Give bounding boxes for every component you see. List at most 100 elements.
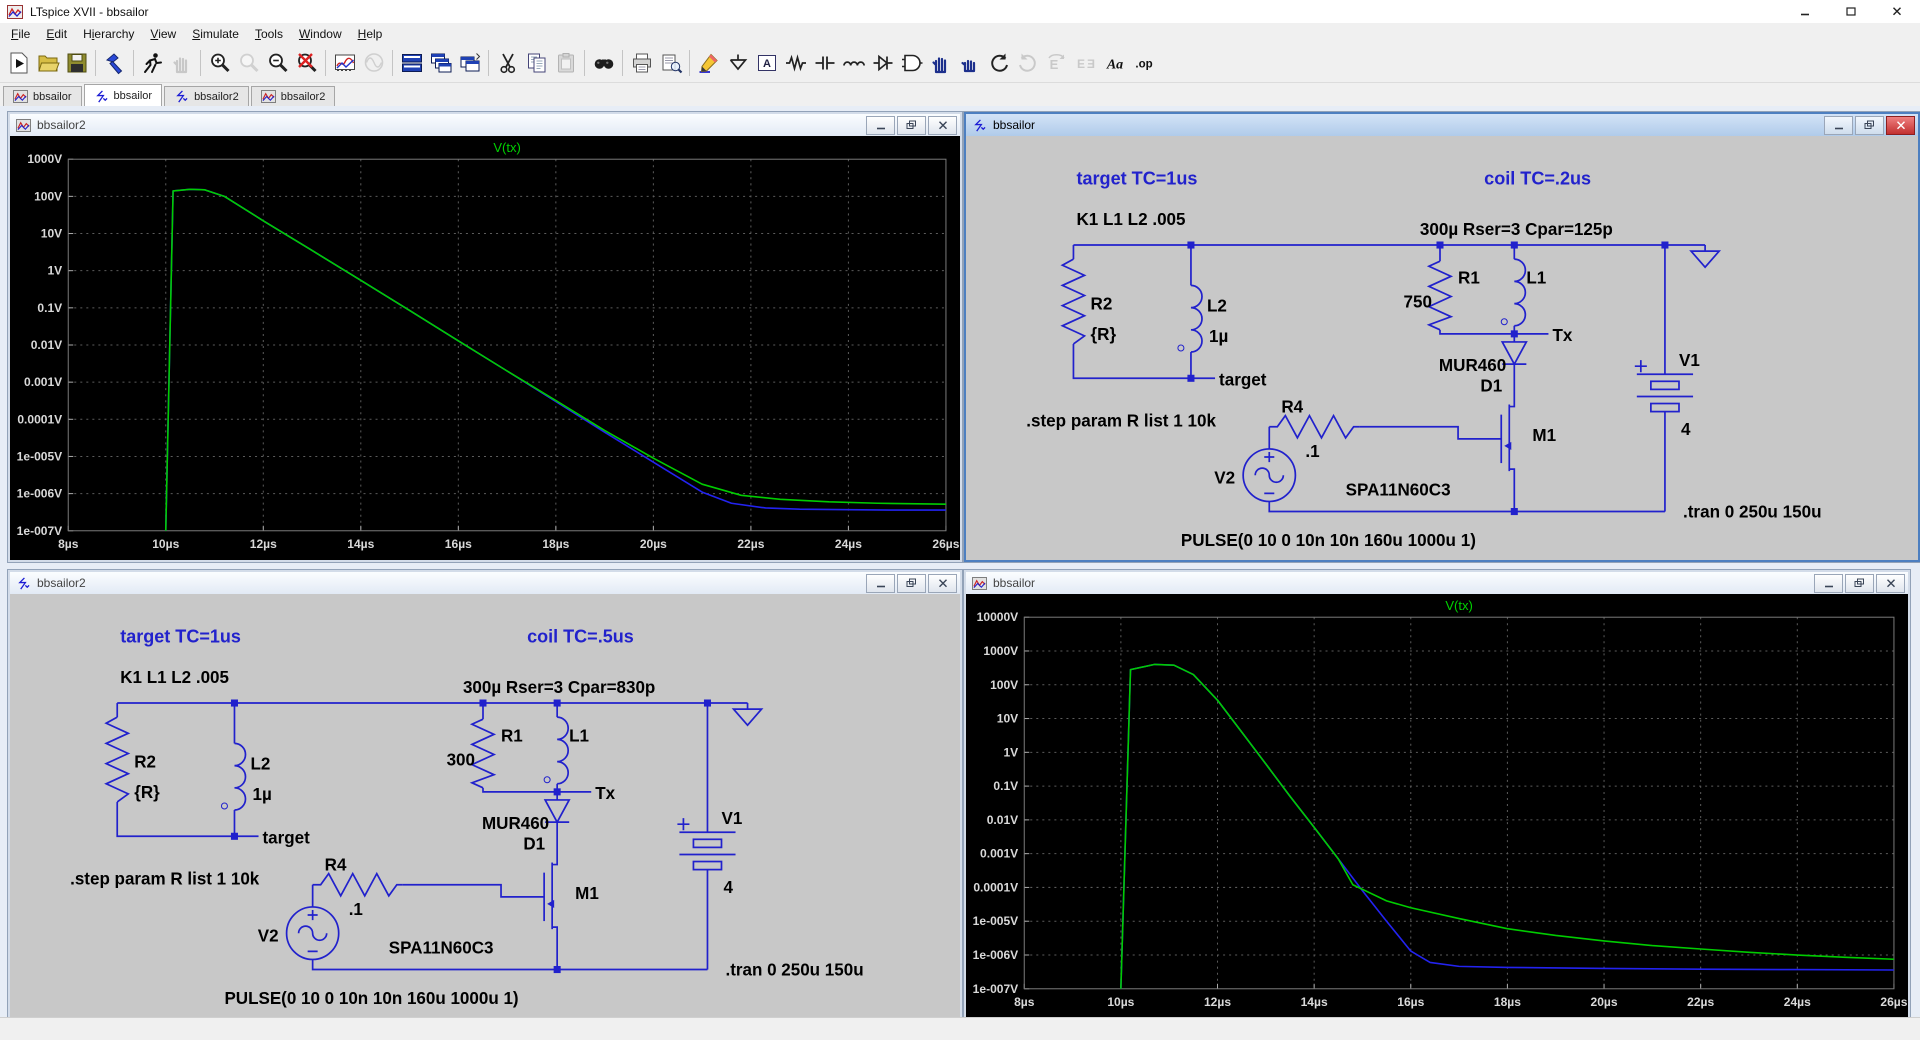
source-V2[interactable] [297,925,328,942]
r4-value[interactable]: .1 [349,900,364,919]
resistor-R1[interactable] [1426,260,1454,331]
toolbar-save-button[interactable] [62,48,91,78]
resistor-R2[interactable] [104,716,131,803]
tx-label[interactable]: Tx [595,784,615,803]
r1-name[interactable]: R1 [501,726,523,745]
menu-window[interactable]: Window [291,25,350,43]
restore-button[interactable] [897,115,926,135]
l2-value[interactable]: 1µ [1209,327,1228,346]
wire[interactable] [1509,364,1516,408]
wire[interactable] [402,883,545,898]
target-label[interactable]: target [263,828,311,847]
schematic-canvas[interactable]: target TC=1us coil TC=.5us K1 L1 L2 .005 30… [10,594,960,1018]
toolbar-plot-settings-button[interactable] [330,48,359,78]
ground-symbol[interactable] [731,703,764,727]
m1-model[interactable]: SPA11N60C3 [389,938,494,957]
m1-model[interactable]: SPA11N60C3 [1346,480,1451,499]
toolbar-cut-button[interactable] [493,48,522,78]
window-titlebar[interactable]: bbsailor2 [10,572,960,594]
menu-view[interactable]: View [142,25,184,43]
toolbar-overlap-windows-button[interactable] [455,48,484,78]
inductor-L1[interactable] [557,716,569,785]
toolbar-find-button[interactable] [589,48,618,78]
wire[interactable] [1509,468,1516,512]
r2-value[interactable]: {R} [134,783,160,802]
v1-value[interactable]: 4 [724,878,734,897]
toolbar-control-panel-button[interactable] [100,48,129,78]
resistor-R4[interactable] [312,871,403,898]
r1-value[interactable]: 300 [447,751,475,770]
wire[interactable] [1439,329,1515,335]
menu-simulate[interactable]: Simulate [184,25,247,43]
l2-name[interactable]: L2 [1207,297,1227,316]
minimize-button[interactable] [1782,0,1828,23]
step-directive[interactable]: .step param R list 1 10k [70,870,260,889]
header-right[interactable]: coil TC=.2us [1484,168,1591,188]
battery-V1[interactable] [692,838,723,849]
toolbar-component-button[interactable] [897,48,926,78]
tran-directive[interactable]: .tran 0 250u 150u [1683,503,1821,522]
toolbar-op-button[interactable]: .op [1129,48,1158,78]
tab-bbsailor2-waveform[interactable]: bbsailor2 [250,86,336,106]
ground-symbol[interactable] [1689,245,1722,269]
waveform-plot[interactable]: 1000V 100V 10V 1V 0.1V 0.01V 0.001V 0.0001V 1e-0… [10,136,960,560]
wire[interactable] [1268,501,1665,513]
waveform-plot[interactable]: 10000V 1000V 100V 10V 1V 0.1V 0.01V 0.001V 0.000… [966,594,1908,1018]
toolbar-resistor-button[interactable] [781,48,810,78]
app-titlebar[interactable]: LTspice XVII - bbsailor [0,0,1920,23]
schematic-pane[interactable]: target TC=1us coil TC=.2us K1 L1 L2 .005 30… [966,136,1918,560]
toolbar-run-button[interactable] [4,48,33,78]
resistor-R2[interactable] [1060,258,1087,345]
toolbar-cascade-windows-button[interactable] [426,48,455,78]
step-directive[interactable]: .step param R list 1 10k [1026,412,1216,431]
toolbar-text-button[interactable]: Aa [1100,48,1129,78]
schematic-pane[interactable]: target TC=1us coil TC=.5us K1 L1 L2 .005 30… [10,594,960,1018]
source-V2[interactable] [1254,467,1285,484]
pulse-directive[interactable]: PULSE(0 10 0 10n 10n 160u 1000u 1) [224,989,518,1008]
toolbar-print-button[interactable] [627,48,656,78]
menu-edit[interactable]: Edit [38,25,75,43]
coil-params[interactable]: 300µ Rser=3 Cpar=830p [463,678,655,697]
toolbar-diode-button[interactable] [868,48,897,78]
coupling[interactable]: K1 L1 L2 .005 [120,668,229,687]
toolbar-drag-button[interactable] [955,48,984,78]
l1-name[interactable]: L1 [569,726,589,745]
l2-name[interactable]: L2 [251,755,271,774]
l2-value[interactable]: 1µ [253,785,272,804]
l1-name[interactable]: L1 [1526,268,1546,287]
v1-name[interactable]: V1 [1679,351,1700,370]
r4-value[interactable]: .1 [1305,442,1320,461]
close-button[interactable] [1876,573,1905,593]
resistor-R4[interactable] [1269,413,1360,440]
toolbar-move-button[interactable] [926,48,955,78]
inductor-L1[interactable] [1514,258,1527,327]
restore-button[interactable] [1845,573,1874,593]
minimize-button[interactable] [866,573,895,593]
toolbar-open-button[interactable] [33,48,62,78]
waveform-pane[interactable]: 1000V 100V 10V 1V 0.1V 0.01V 0.001V 0.0001V 1e-0… [10,136,960,560]
toolbar-copy-button[interactable] [522,48,551,78]
toolbar-zoom-out-button[interactable] [263,48,292,78]
minimize-button[interactable] [1824,115,1853,135]
r2-value[interactable]: {R} [1091,325,1117,344]
d1-name[interactable]: D1 [523,834,545,853]
m1-name[interactable]: M1 [575,884,599,903]
r2-name[interactable]: R2 [1091,295,1113,314]
pulse-directive[interactable]: PULSE(0 10 0 10n 10n 160u 1000u 1) [1181,531,1476,550]
header-right[interactable]: coil TC=.5us [527,626,634,646]
tab-bbsailor-waveform[interactable]: bbsailor [3,86,82,106]
toolbar-inductor-button[interactable] [839,48,868,78]
restore-button[interactable] [897,573,926,593]
r1-value[interactable]: 750 [1403,293,1431,312]
inductor-L2[interactable] [234,742,247,811]
header-left[interactable]: target TC=1us [1076,168,1197,188]
menu-hierarchy[interactable]: Hierarchy [75,25,142,43]
menu-file[interactable]: File [3,25,38,43]
battery-V1[interactable] [1650,402,1680,413]
minimize-button[interactable] [866,115,895,135]
coil-params[interactable]: 300µ Rser=3 Cpar=125p [1420,220,1613,239]
toolbar-zoom-undo-button[interactable] [292,48,321,78]
toolbar-wire-button[interactable] [694,48,723,78]
menu-tools[interactable]: Tools [247,25,291,43]
wire[interactable] [1072,343,1191,380]
